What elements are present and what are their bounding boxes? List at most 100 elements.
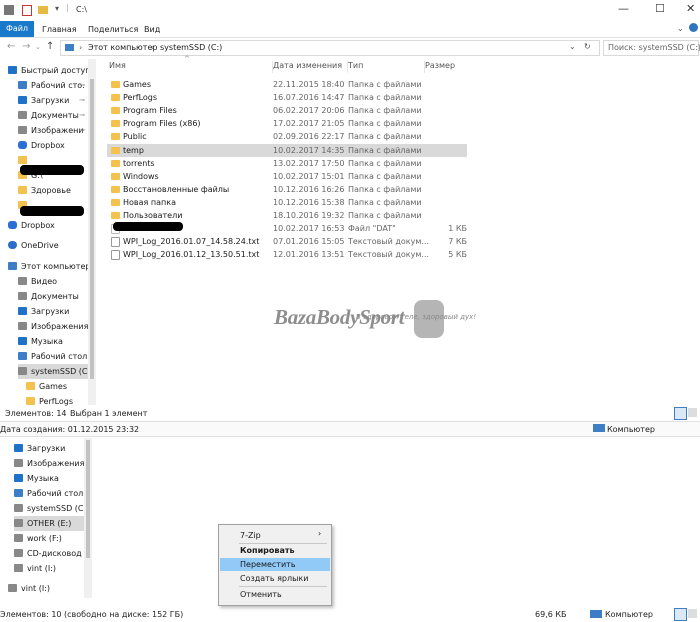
chevron-right-icon: › — [79, 43, 83, 52]
file-row[interactable]: Восстановленные файлы 10.12.2016 16:26 Пап… — [107, 183, 467, 196]
nav-item-label: work (F:) — [27, 534, 62, 543]
pictures-icon — [14, 459, 23, 467]
tab-file[interactable]: Файл — [0, 21, 34, 37]
file-row[interactable]: WPI_Log_2016.01.07_14.58.24.txt 07.01.201… — [107, 235, 467, 248]
nav-item[interactable]: Музыка — [14, 471, 84, 486]
file-row[interactable]: temp 10.02.2017 14:35 Папка с файлами — [107, 143, 467, 157]
file-row[interactable]: Windows 10.02.2017 15:01 Папка с файлами — [107, 170, 467, 183]
video-icon — [18, 277, 27, 285]
new-folder-icon[interactable] — [38, 6, 48, 14]
file-row[interactable]: Public 02.09.2016 22:17 Папка с файлами — [107, 130, 467, 143]
nav-item[interactable]: Изображения — [18, 319, 88, 334]
file-size: 1 КБ — [448, 224, 467, 234]
address-field[interactable]: › Этот компьютер › systemSSD (C:) ⌄ ↻ — [60, 40, 600, 56]
nav-item-label: Рабочий стол — [27, 489, 84, 498]
help-icon[interactable] — [689, 23, 698, 32]
file-row[interactable]: Пользователи 18.10.2016 19:32 Папка с файл… — [107, 209, 467, 222]
menu-item-copy[interactable]: Копировать — [220, 544, 330, 557]
recent-locations-icon[interactable]: ⌄ — [35, 43, 41, 51]
file-icon — [111, 237, 120, 248]
column-type[interactable]: Тип — [345, 61, 425, 73]
breadcrumb-drive[interactable]: systemSSD (C:) — [160, 43, 222, 52]
file-name: PerfLogs — [123, 93, 158, 103]
menu-item-cancel[interactable]: Отменить — [220, 588, 330, 601]
nav-item[interactable]: Быстрый доступ — [8, 63, 88, 78]
tab-home[interactable]: Главная — [40, 23, 79, 36]
nav-scrollbar[interactable] — [88, 59, 96, 405]
properties-icon[interactable] — [22, 5, 32, 16]
details-view-icon[interactable] — [674, 407, 687, 420]
nav-item[interactable]: Загрузки ⊸ — [18, 93, 88, 108]
lower-nav-scrollbar-thumb[interactable] — [86, 440, 90, 558]
lower-nav-scrollbar[interactable] — [84, 438, 92, 598]
column-size[interactable]: Размер — [422, 61, 470, 73]
nav-item[interactable]: Изображения — [14, 456, 84, 471]
nav-item[interactable]: Документы — [18, 289, 88, 304]
nav-item-label: Загрузки — [31, 96, 70, 105]
file-row[interactable]: Program Files 06.02.2017 20:06 Папка с фай… — [107, 104, 467, 117]
nav-item[interactable]: Рабочий сто. ⊸ — [18, 78, 88, 93]
file-type: Папка с файлами — [348, 211, 422, 220]
nav-item[interactable]: vint (I:) — [14, 561, 84, 576]
minimize-button[interactable]: — — [618, 2, 629, 15]
tiles-view-icon[interactable] — [688, 408, 697, 417]
nav-scrollbar-thumb[interactable] — [90, 79, 94, 379]
nav-item[interactable]: CD-дисковод (H: — [14, 546, 84, 561]
drive-icon — [14, 504, 23, 512]
nav-item[interactable]: OTHER (E:) — [14, 516, 84, 531]
tab-share[interactable]: Поделиться — [86, 23, 140, 36]
menu-item-7zip[interactable]: 7-Zip — [220, 529, 330, 542]
nav-item[interactable]: Рабочий стол — [14, 486, 84, 501]
menu-item-move[interactable]: Переместить — [220, 558, 330, 571]
nav-item[interactable]: Этот компьютер — [8, 259, 88, 274]
file-row[interactable]: WPI_Log_2016.01.12_13.50.51.txt 12.01.201… — [107, 248, 467, 261]
folder-icon — [111, 81, 120, 88]
address-dropdown-icon[interactable]: ⌄ — [569, 42, 576, 51]
nav-item[interactable]: PerfLogs — [26, 394, 88, 409]
nav-item[interactable]: Изображени ⊸ — [18, 123, 88, 138]
file-row[interactable]: PerfLogs 16.07.2016 14:47 Папка с файлами — [107, 91, 467, 104]
nav-item[interactable]: vint (I:) — [8, 581, 84, 596]
file-name: WPI_Log_2016.01.12_13.50.51.txt — [123, 250, 260, 260]
nav-item-label: Быстрый доступ — [21, 66, 88, 75]
nav-item[interactable]: Загрузки — [18, 304, 88, 319]
close-button[interactable]: ✕ — [686, 2, 695, 15]
nav-item[interactable]: Документы ⊸ — [18, 108, 88, 123]
pin-icon: ⊸ — [79, 81, 85, 89]
file-row[interactable]: Program Files (x86) 17.02.2017 21:05 Папка… — [107, 117, 467, 130]
file-row[interactable]: torrents 13.02.2017 17:50 Папка с файлами — [107, 157, 467, 170]
nav-item[interactable]: Видео — [18, 274, 88, 289]
nav-item[interactable]: systemSSD (C:) — [14, 501, 84, 516]
breadcrumb-this-pc[interactable]: Этот компьютер — [88, 43, 157, 52]
tab-view[interactable]: Вид — [142, 23, 162, 36]
nav-item[interactable]: Рабочий стол — [18, 349, 88, 364]
nav-item[interactable]: Dropbox — [8, 218, 88, 233]
maximize-button[interactable]: ☐ — [655, 2, 665, 15]
file-row[interactable]: Games 22.11.2015 18:40 Папка с файлами — [107, 78, 467, 91]
nav-item-label: vint (I:) — [21, 584, 51, 593]
creation-date: Дата создания: 01.12.2015 23:32 — [0, 425, 140, 434]
nav-item[interactable]: Games — [26, 379, 88, 394]
search-input[interactable]: Поиск: systemSSD (C:) — [603, 40, 700, 56]
expand-ribbon-icon[interactable]: ⌄ — [677, 24, 684, 33]
details-view-icon[interactable] — [674, 608, 687, 621]
nav-item[interactable]: OneDrive — [8, 238, 88, 253]
nav-item[interactable]: Dropbox — [18, 138, 88, 153]
tiles-view-icon[interactable] — [688, 609, 697, 618]
nav-item[interactable]: Музыка — [18, 334, 88, 349]
nav-item[interactable]: Здоровье — [18, 183, 88, 198]
lower-item-count: Элементов: 10 (свободно на диске: 152 ГБ… — [0, 610, 184, 619]
nav-item[interactable]: work (F:) — [14, 531, 84, 546]
column-date[interactable]: Дата изменения — [270, 61, 348, 73]
up-icon[interactable]: ↑ — [46, 41, 54, 52]
forward-icon[interactable]: → — [22, 41, 30, 52]
file-name: Новая папка — [123, 197, 176, 207]
back-icon[interactable]: ← — [7, 41, 15, 52]
customize-quick-access-icon[interactable]: ▾ — [55, 4, 59, 13]
nav-item[interactable]: systemSSD (C:) — [18, 364, 88, 379]
nav-item[interactable]: Загрузки — [14, 441, 84, 456]
file-type: Текстовый докум... — [348, 250, 430, 260]
refresh-icon[interactable]: ↻ — [584, 42, 591, 51]
file-row[interactable]: Новая папка 10.12.2016 15:38 Папка с файла… — [107, 196, 467, 209]
menu-item-create-shortcut[interactable]: Создать ярлыки — [220, 572, 330, 585]
